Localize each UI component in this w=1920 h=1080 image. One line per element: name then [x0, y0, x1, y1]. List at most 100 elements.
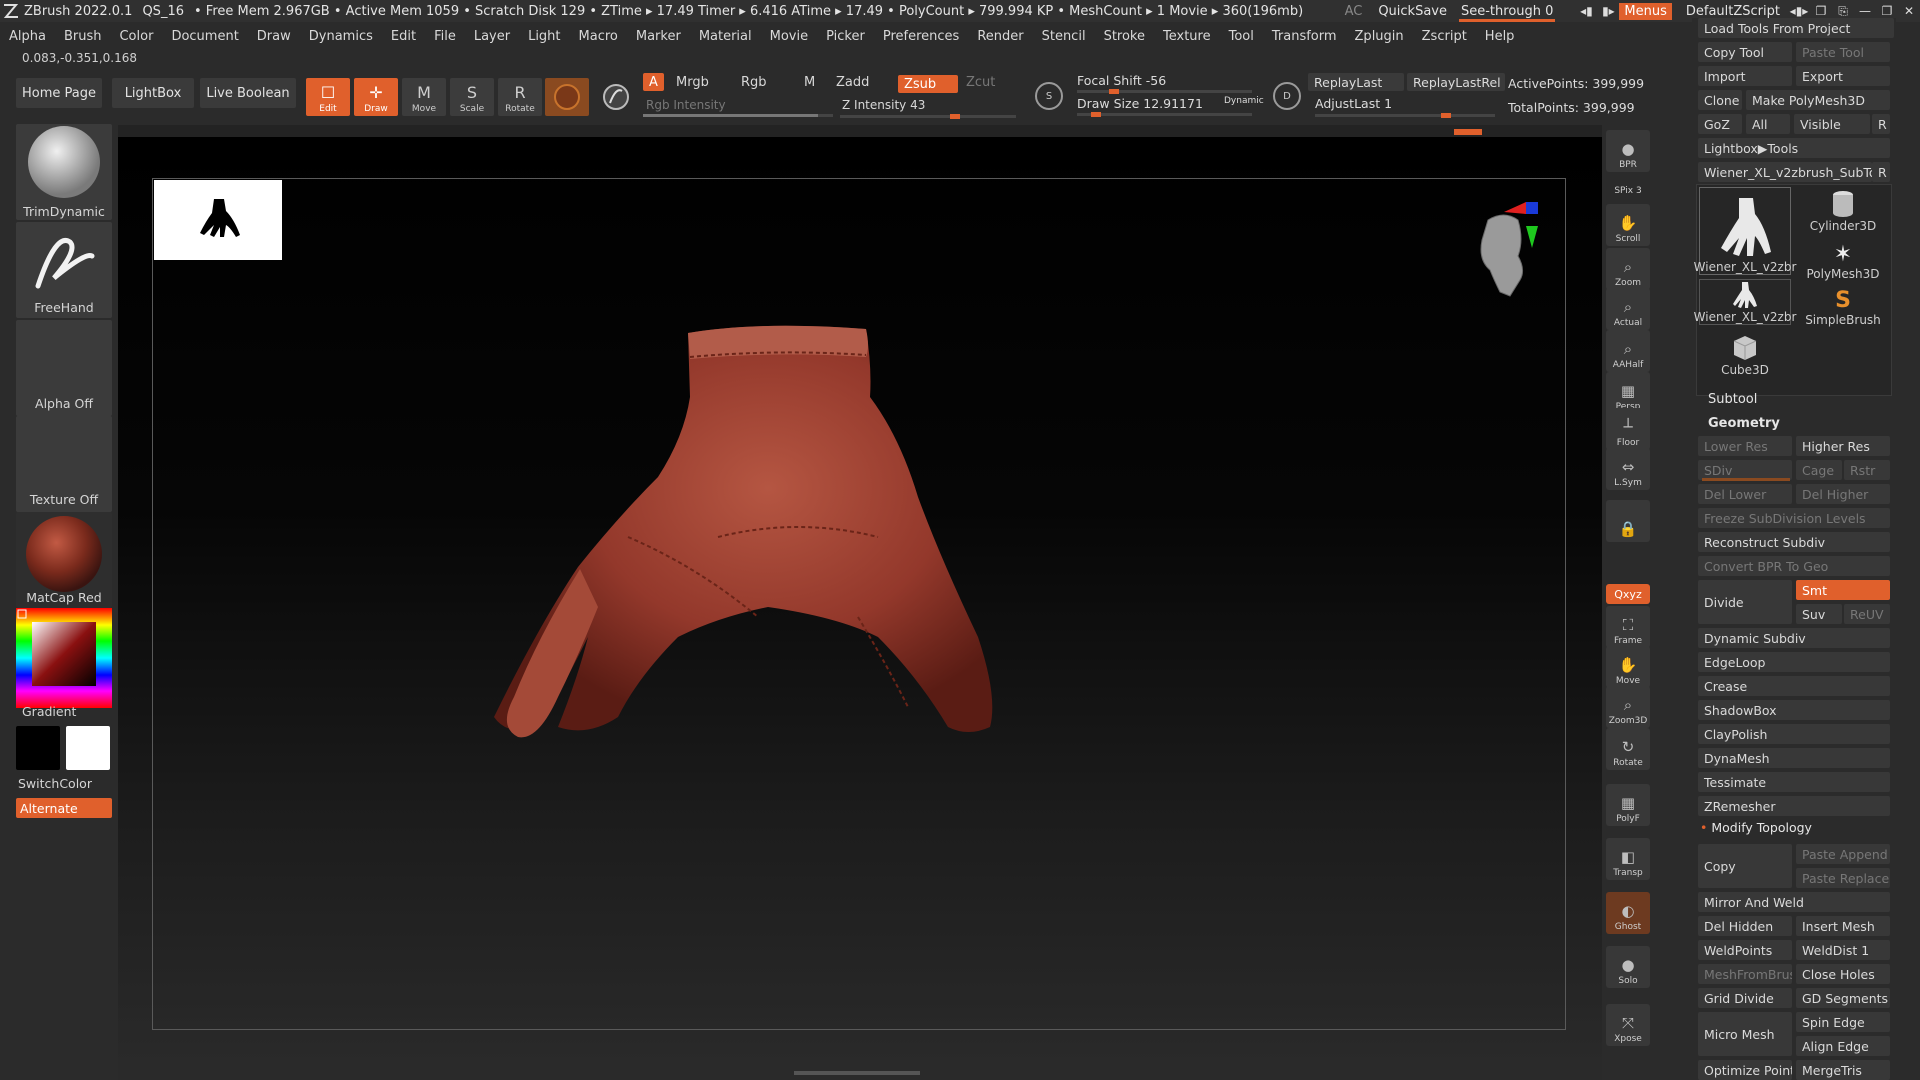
restore-icon[interactable]: ❐	[1876, 4, 1898, 18]
menu-marker[interactable]: Marker	[627, 29, 690, 44]
rgb-intensity-track[interactable]	[643, 114, 833, 117]
z-intensity-track[interactable]	[840, 114, 1016, 119]
crease-section[interactable]: Crease	[1698, 676, 1890, 696]
focal-shift-slider[interactable]: Focal Shift -56	[1077, 73, 1166, 88]
paste-tool-button[interactable]: Paste Tool	[1796, 42, 1890, 62]
spix-button[interactable]: SPix 3	[1606, 172, 1650, 198]
load-tools-from-project-button[interactable]: Load Tools From Project	[1698, 18, 1894, 38]
adjust-last-slider[interactable]: AdjustLast 1	[1315, 96, 1392, 111]
goz-visible-button[interactable]: Visible	[1794, 114, 1870, 134]
menu-brush[interactable]: Brush	[55, 29, 111, 44]
menu-render[interactable]: Render	[968, 29, 1032, 44]
menu-zscript[interactable]: Zscript	[1413, 29, 1476, 44]
xyz-symmetry-button[interactable]: Qxyz	[1606, 584, 1650, 604]
tool-thumb-cylinder3d[interactable]: Cylinder3D	[1797, 187, 1889, 233]
bpr-button[interactable]: ● BPR	[1606, 130, 1650, 172]
rotate-mode-button[interactable]: R Rotate	[498, 78, 542, 116]
menu-file[interactable]: File	[425, 29, 465, 44]
menu-document[interactable]: Document	[162, 29, 247, 44]
edit-mode-button[interactable]: ☐ Edit	[306, 78, 350, 116]
rgb-intensity-slider[interactable]: Rgb Intensity	[640, 96, 732, 114]
goz-r-button[interactable]: R	[1872, 114, 1890, 134]
higher-res-button[interactable]: Higher Res	[1796, 436, 1890, 456]
weld-dist-slider[interactable]: WeldDist 1	[1796, 940, 1890, 960]
layout-icon-2[interactable]: ▮▸	[1597, 4, 1619, 18]
layout-icon[interactable]: ◂▮	[1575, 4, 1597, 18]
lsym-button[interactable]: ⇔ L.Sym	[1606, 448, 1650, 490]
dynamic-subdiv-section[interactable]: Dynamic Subdiv	[1698, 628, 1890, 648]
menu-transform[interactable]: Transform	[1263, 29, 1346, 44]
tool-thumb-simplebrush[interactable]: S SimpleBrush	[1797, 281, 1889, 328]
see-through-slider[interactable]: See-through 0	[1455, 4, 1559, 22]
color-picker[interactable]	[16, 608, 112, 708]
sphere-brush-button[interactable]	[594, 78, 638, 116]
secondary-color-swatch[interactable]	[66, 726, 110, 770]
del-hidden-button[interactable]: Del Hidden	[1698, 916, 1792, 936]
zsub-button[interactable]: Zsub	[898, 75, 958, 93]
solo-button[interactable]: ● Solo	[1606, 946, 1650, 988]
menu-macro[interactable]: Macro	[570, 29, 627, 44]
tool-thumb-cube3d[interactable]: Cube3D	[1699, 331, 1791, 377]
geometry-header[interactable]: Geometry	[1708, 416, 1780, 431]
replay-last-rel-button[interactable]: ReplayLastRel	[1407, 73, 1505, 91]
menu-zplugin[interactable]: Zplugin	[1346, 29, 1413, 44]
import-button[interactable]: Import	[1698, 66, 1792, 86]
polyf-button[interactable]: ▦ PolyF	[1606, 784, 1650, 826]
menu-dynamics[interactable]: Dynamics	[300, 29, 382, 44]
actual-button[interactable]: ⌕ Actual	[1606, 288, 1650, 330]
shadowbox-section[interactable]: ShadowBox	[1698, 700, 1890, 720]
optimize-points-button[interactable]: Optimize Points	[1698, 1060, 1792, 1080]
z-intensity-slider[interactable]: Z Intensity 43	[836, 96, 931, 114]
micro-mesh-button[interactable]: Micro Mesh	[1698, 1012, 1792, 1056]
home-page-button[interactable]: Home Page	[16, 78, 102, 108]
menu-movie[interactable]: Movie	[761, 29, 817, 44]
adjust-last-track[interactable]	[1315, 113, 1495, 118]
align-edge-button[interactable]: Align Edge	[1796, 1036, 1890, 1056]
default-zscript-button[interactable]: DefaultZScript	[1678, 4, 1788, 19]
current-tool-r-button[interactable]: R	[1872, 162, 1890, 182]
mergetris-button[interactable]: MergeTris	[1796, 1060, 1890, 1080]
edgeloop-section[interactable]: EdgeLoop	[1698, 652, 1890, 672]
navigator-thumbnail[interactable]	[154, 180, 282, 260]
rotate-button[interactable]: ↻ Rotate	[1606, 728, 1650, 770]
smt-toggle[interactable]: Smt	[1796, 580, 1890, 600]
cage-button[interactable]: Cage	[1796, 460, 1842, 480]
dynamesh-section[interactable]: DynaMesh	[1698, 748, 1890, 768]
m-button[interactable]: M	[798, 73, 821, 91]
menu-preferences[interactable]: Preferences	[874, 29, 968, 44]
scroll-button[interactable]: ✋ Scroll	[1606, 204, 1650, 246]
draw-size-slider[interactable]: Draw Size 12.91171	[1077, 96, 1203, 111]
suv-toggle[interactable]: Suv	[1796, 604, 1842, 624]
tool-thumb-wiener-2[interactable]: Wiener_XL_v2zbr	[1694, 279, 1796, 325]
del-higher-button[interactable]: Del Higher	[1796, 484, 1890, 504]
switchcolor-button[interactable]: SwitchColor	[16, 776, 112, 791]
paste-replace-button[interactable]: Paste Replace	[1796, 868, 1890, 888]
quicksave-button[interactable]: QuickSave	[1370, 4, 1455, 19]
move-button[interactable]: ✋ Move	[1606, 646, 1650, 688]
gd-segments-slider[interactable]: GD Segments 3	[1796, 988, 1890, 1008]
close-holes-button[interactable]: Close Holes	[1796, 964, 1890, 984]
make-polymesh3d-button[interactable]: Make PolyMesh3D	[1746, 90, 1890, 110]
copy-tool-button[interactable]: Copy Tool	[1698, 42, 1792, 62]
ac-button[interactable]: AC	[1337, 4, 1371, 19]
rstr-button[interactable]: Rstr	[1844, 460, 1890, 480]
claypolish-section[interactable]: ClayPolish	[1698, 724, 1890, 744]
menu-tool[interactable]: Tool	[1220, 29, 1263, 44]
subtool-header[interactable]: Subtool	[1708, 392, 1757, 407]
tool-thumb-wiener-1[interactable]: Wiener_XL_v2zbr	[1694, 187, 1796, 275]
paste-append-button[interactable]: Paste Append	[1796, 844, 1890, 864]
menu-alpha[interactable]: Alpha	[0, 29, 55, 44]
lightbox-tools-button[interactable]: Lightbox▶Tools	[1698, 138, 1890, 158]
menu-color[interactable]: Color	[110, 29, 162, 44]
menus-toggle-button[interactable]: Menus	[1619, 2, 1672, 20]
xpose-button[interactable]: ⤧ Xpose	[1606, 1004, 1650, 1046]
live-boolean-button[interactable]: Live Boolean	[200, 78, 296, 108]
material-sphere-button[interactable]	[545, 78, 589, 116]
draw-mode-button[interactable]: ✛ Draw	[354, 78, 398, 116]
a-toggle[interactable]: A	[643, 73, 664, 91]
focal-s-icon[interactable]: S	[1035, 82, 1063, 110]
reuv-toggle[interactable]: ReUV	[1844, 604, 1890, 624]
spin-edge-button[interactable]: Spin Edge	[1796, 1012, 1890, 1032]
rgb-button[interactable]: Rgb	[735, 73, 773, 91]
menu-material[interactable]: Material	[690, 29, 761, 44]
